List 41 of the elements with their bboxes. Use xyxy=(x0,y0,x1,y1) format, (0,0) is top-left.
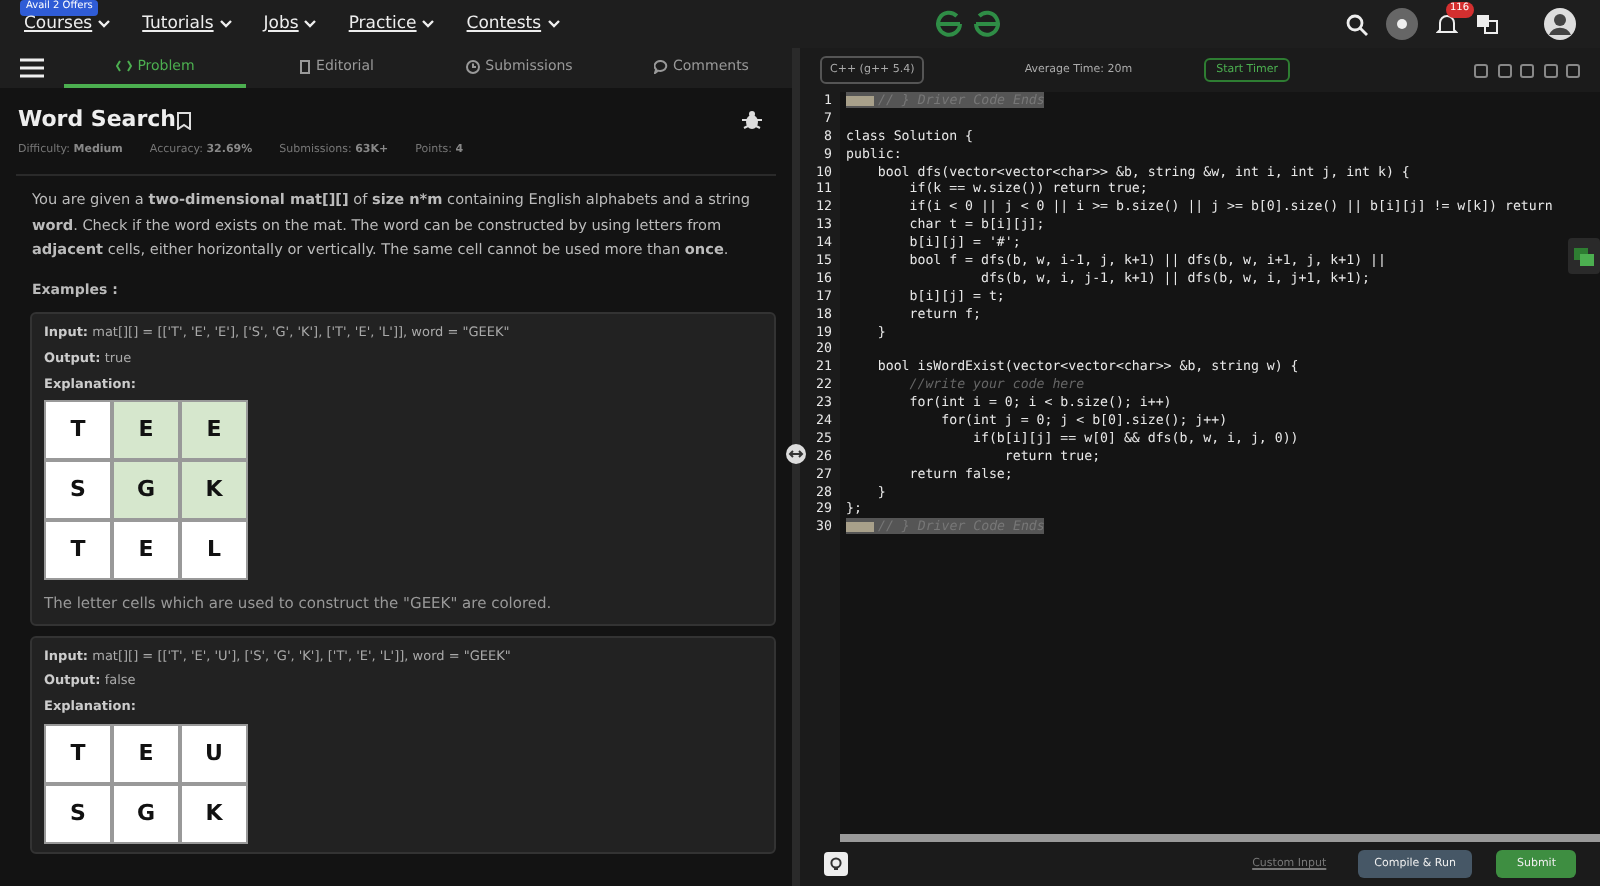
grid-cell: K xyxy=(180,783,248,844)
bookmark-icon xyxy=(176,111,193,130)
chevron-down-icon xyxy=(422,20,435,28)
chevron-down-icon xyxy=(98,20,111,28)
bug-icon xyxy=(742,110,762,131)
chevron-down-icon xyxy=(219,20,232,28)
theme-toggle-icon xyxy=(1386,8,1418,40)
clock-icon xyxy=(465,59,480,73)
grid-cell: S xyxy=(44,783,112,844)
nav-menu[interactable]: Courses xyxy=(24,11,111,37)
chevron-down-icon xyxy=(547,20,560,28)
floating-copy-icon xyxy=(1568,238,1600,274)
chevron-down-icon xyxy=(304,20,317,28)
grid-cell: T xyxy=(44,400,112,461)
document-icon xyxy=(300,59,311,73)
nav-menu[interactable]: Contests xyxy=(466,11,560,37)
grid-cell: K xyxy=(180,460,248,521)
translate-icon xyxy=(1476,14,1498,34)
grid-cell: T xyxy=(44,520,112,581)
nav-menu[interactable]: Tutorials xyxy=(142,11,232,37)
grid-cell: T xyxy=(44,723,112,784)
grid-cell: G xyxy=(112,460,180,521)
bell-icon xyxy=(1436,12,1458,36)
code-icon xyxy=(115,60,132,72)
menu-icon xyxy=(20,58,44,78)
grid-cell: E xyxy=(112,723,180,784)
grid-cell: G xyxy=(112,783,180,844)
grid-cell: L xyxy=(180,520,248,581)
nav-menu[interactable]: Practice xyxy=(348,11,435,37)
nav-menu[interactable]: Jobs xyxy=(263,11,317,37)
grid-cell: S xyxy=(44,460,112,521)
avatar-icon xyxy=(1544,8,1576,40)
chat-icon xyxy=(653,59,668,73)
search-icon xyxy=(1346,13,1368,35)
grid-cell: E xyxy=(112,520,180,581)
grid-cell: E xyxy=(180,400,248,461)
logo-icon xyxy=(934,10,1003,38)
lightbulb-icon xyxy=(824,852,848,876)
grid-cell: U xyxy=(180,723,248,784)
problem-title: Word Search xyxy=(18,104,177,136)
grid-cell: E xyxy=(112,400,180,461)
